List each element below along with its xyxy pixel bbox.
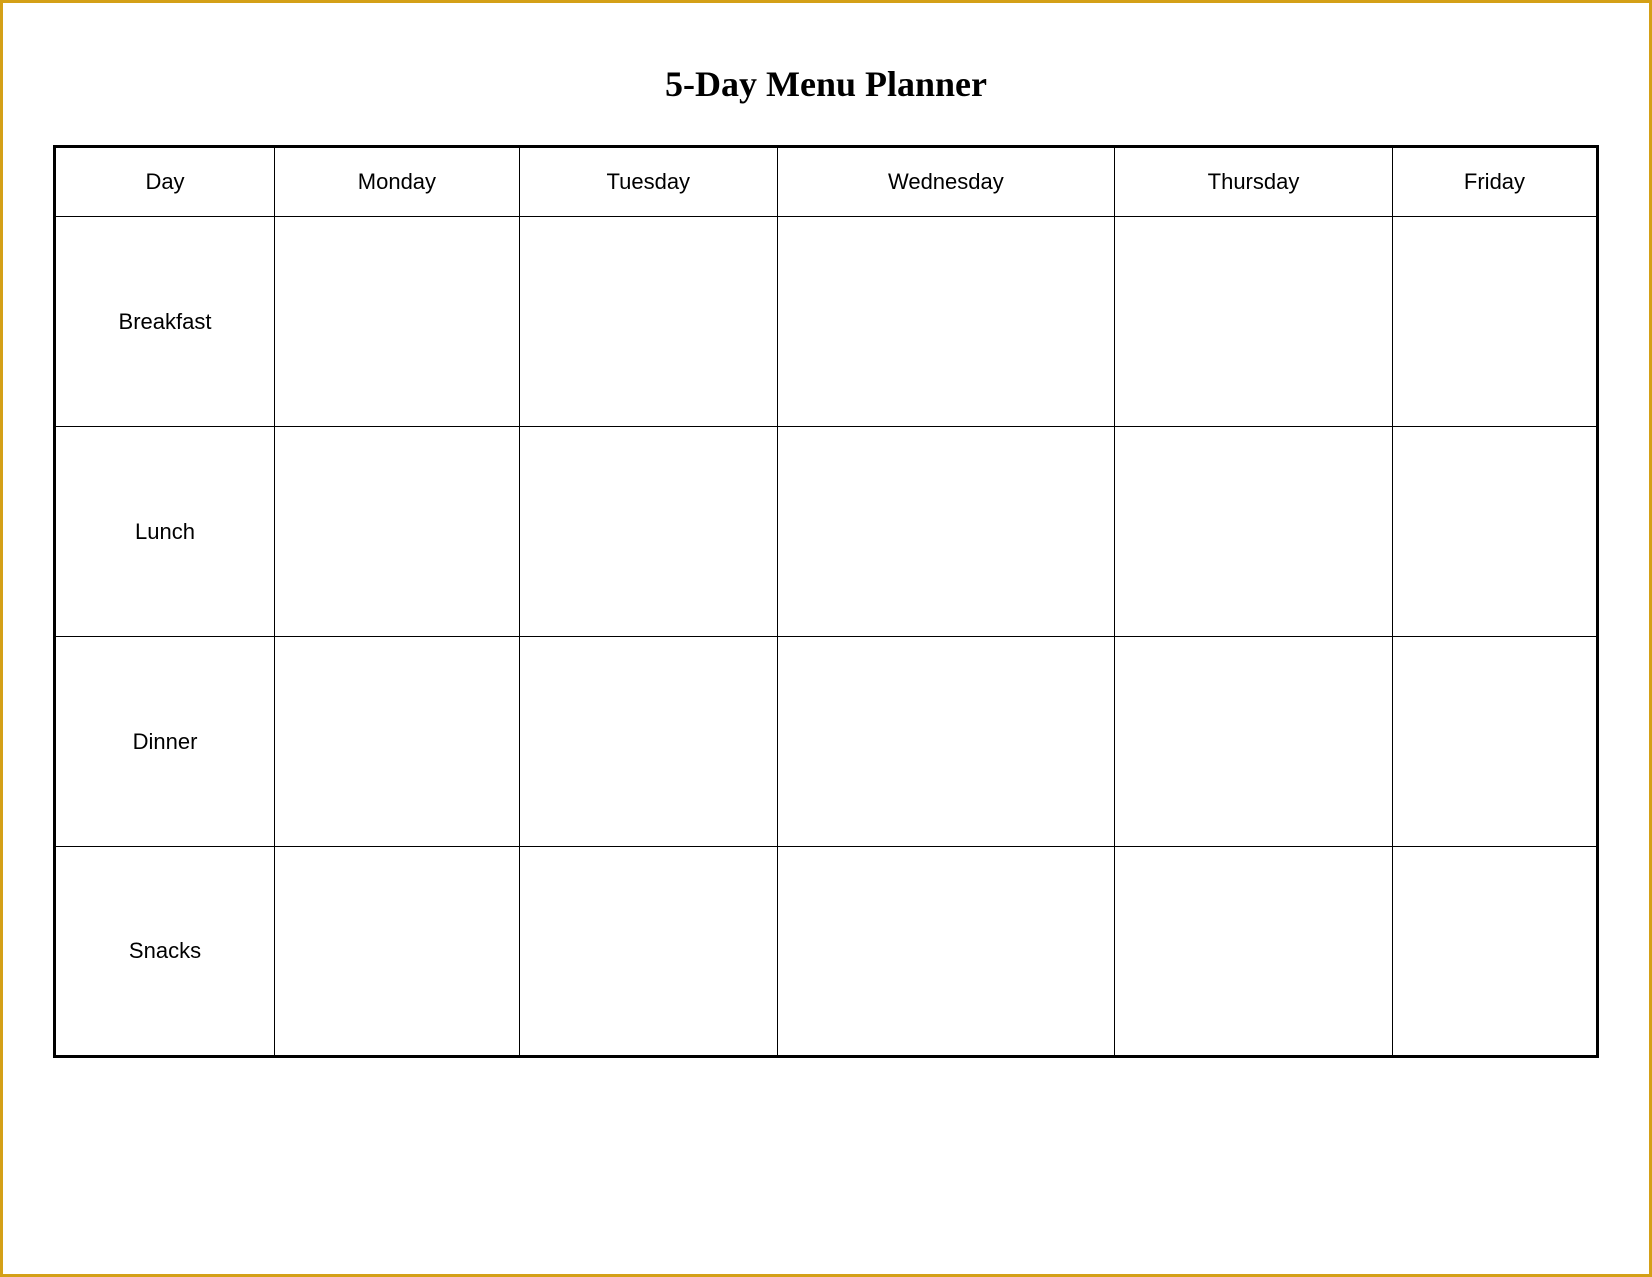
header-tuesday: Tuesday: [519, 147, 777, 217]
row-label-breakfast: Breakfast: [55, 217, 275, 427]
table-row: Breakfast: [55, 217, 1598, 427]
menu-planner-table: DayMondayTuesdayWednesdayThursdayFriday …: [53, 145, 1599, 1058]
row-label-lunch: Lunch: [55, 427, 275, 637]
row-label-snacks: Snacks: [55, 847, 275, 1057]
cell-snacks-friday[interactable]: [1392, 847, 1597, 1057]
table-row: Snacks: [55, 847, 1598, 1057]
table-row: Dinner: [55, 637, 1598, 847]
cell-dinner-friday[interactable]: [1392, 637, 1597, 847]
cell-dinner-tuesday[interactable]: [519, 637, 777, 847]
cell-lunch-friday[interactable]: [1392, 427, 1597, 637]
table-row: Lunch: [55, 427, 1598, 637]
cell-breakfast-tuesday[interactable]: [519, 217, 777, 427]
cell-lunch-thursday[interactable]: [1115, 427, 1393, 637]
table-body: BreakfastLunchDinnerSnacks: [55, 217, 1598, 1057]
cell-breakfast-thursday[interactable]: [1115, 217, 1393, 427]
row-label-dinner: Dinner: [55, 637, 275, 847]
cell-snacks-wednesday[interactable]: [777, 847, 1114, 1057]
header-friday: Friday: [1392, 147, 1597, 217]
cell-breakfast-friday[interactable]: [1392, 217, 1597, 427]
cell-snacks-monday[interactable]: [275, 847, 520, 1057]
header-thursday: Thursday: [1115, 147, 1393, 217]
cell-dinner-thursday[interactable]: [1115, 637, 1393, 847]
cell-lunch-tuesday[interactable]: [519, 427, 777, 637]
cell-dinner-monday[interactable]: [275, 637, 520, 847]
cell-lunch-wednesday[interactable]: [777, 427, 1114, 637]
cell-dinner-wednesday[interactable]: [777, 637, 1114, 847]
cell-lunch-monday[interactable]: [275, 427, 520, 637]
cell-snacks-tuesday[interactable]: [519, 847, 777, 1057]
header-monday: Monday: [275, 147, 520, 217]
header-day: Day: [55, 147, 275, 217]
cell-breakfast-monday[interactable]: [275, 217, 520, 427]
header-row: DayMondayTuesdayWednesdayThursdayFriday: [55, 147, 1598, 217]
cell-snacks-thursday[interactable]: [1115, 847, 1393, 1057]
cell-breakfast-wednesday[interactable]: [777, 217, 1114, 427]
header-wednesday: Wednesday: [777, 147, 1114, 217]
page-title: 5-Day Menu Planner: [665, 63, 987, 105]
